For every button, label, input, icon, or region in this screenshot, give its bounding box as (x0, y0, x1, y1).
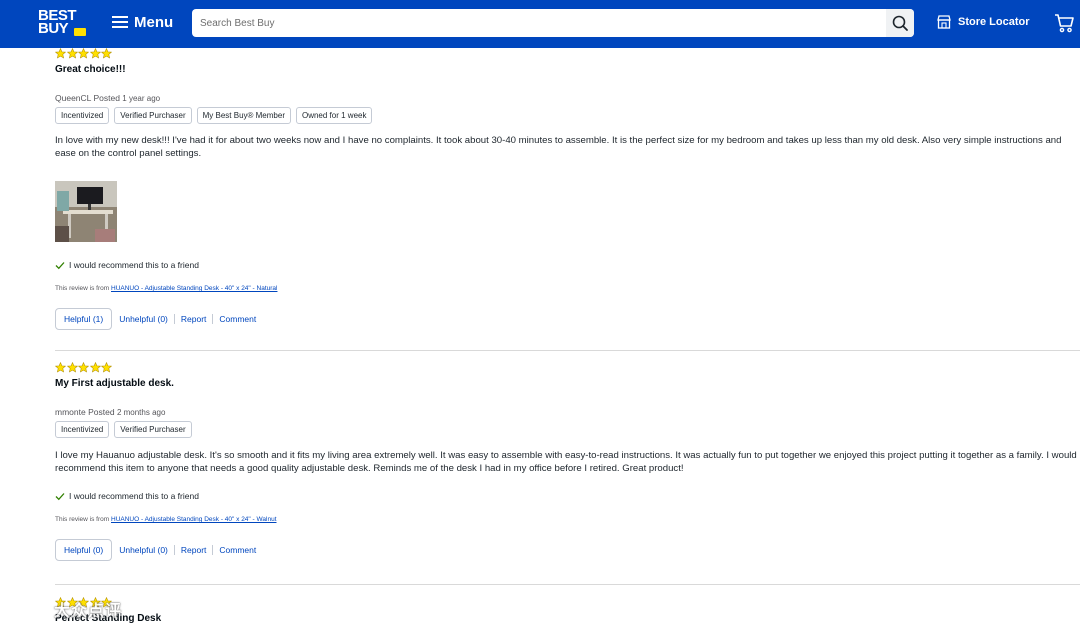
star-icon (89, 48, 101, 59)
unhelpful-button[interactable]: Unhelpful (0) (112, 314, 174, 324)
star-icon (55, 48, 66, 59)
star-rating (55, 362, 1080, 374)
check-icon (55, 261, 65, 269)
review-author: QueenCL (55, 93, 92, 103)
source-prefix: This review is from (55, 285, 110, 292)
source-product-link[interactable]: HUANUO - Adjustable Standing Desk - 40" … (111, 285, 277, 292)
review-meta: mmonte Posted 2 months ago (55, 407, 1080, 417)
posted-label: Posted (93, 93, 120, 103)
posted-time: 1 year ago (122, 94, 161, 103)
helpful-button[interactable]: Helpful (1) (55, 308, 113, 330)
watermark: 大众点评 (8, 597, 122, 621)
star-rating (55, 597, 1080, 609)
review-title: Perfect Standing Desk (55, 613, 162, 624)
badge-verified-purchaser: Verified Purchaser (114, 107, 192, 124)
star-icon (78, 48, 89, 59)
hamburger-icon (112, 15, 128, 29)
menu-button[interactable]: Menu (112, 11, 173, 33)
search-button[interactable] (886, 9, 914, 37)
review-author: mmonte (55, 407, 86, 417)
check-icon (55, 492, 65, 500)
posted-label: Posted (88, 407, 115, 417)
store-icon (937, 15, 951, 29)
cart-icon (1055, 14, 1074, 33)
logo-text: BEST BUY (38, 7, 77, 37)
helpful-button[interactable]: Helpful (0) (55, 539, 113, 561)
watermark-text: 大众点评 (54, 603, 123, 620)
badge-verified-purchaser: Verified Purchaser (114, 421, 192, 438)
badge-incentivized: Incentivized (55, 421, 110, 438)
review-photo-thumbnail[interactable] (55, 181, 117, 242)
recommend-row: I would recommend this to a friend (55, 491, 1080, 501)
star-icon (101, 362, 112, 373)
review-card: Perfect Standing Desk (55, 597, 1080, 624)
review-badges: Incentivized Verified Purchaser (55, 421, 1080, 438)
star-icon (55, 362, 66, 373)
search-icon (892, 15, 908, 31)
source-prefix: This review is from (55, 516, 110, 523)
star-icon (66, 48, 78, 59)
search-input[interactable] (192, 9, 882, 37)
review-divider (55, 584, 1080, 585)
source-product-link[interactable]: HUANUO - Adjustable Standing Desk - 40" … (111, 516, 277, 523)
review-body: In love with my new desk!!! I've had it … (55, 135, 1062, 159)
star-icon (89, 362, 101, 373)
star-icon (78, 362, 89, 373)
review-title: My First adjustable desk. (55, 378, 174, 389)
review-actions: Helpful (1) Unhelpful (0) Report Comment (55, 308, 1080, 330)
unhelpful-button[interactable]: Unhelpful (0) (112, 545, 174, 555)
recommend-text: I would recommend this to a friend (69, 491, 199, 501)
posted-time: 2 months ago (116, 408, 166, 417)
menu-label: Menu (134, 13, 174, 31)
review-title: Great choice!!! (55, 64, 126, 75)
badge-incentivized: Incentivized (55, 107, 110, 124)
comment-link[interactable]: Comment (212, 314, 262, 324)
watermark-logo-icon (9, 603, 50, 615)
store-locator-label: Store Locator (958, 16, 1030, 28)
badge-member: My Best Buy® Member (196, 107, 291, 124)
review-card: My First adjustable desk. mmonte Posted … (55, 362, 1080, 561)
report-link[interactable]: Report (173, 545, 213, 555)
top-header: BESTBUY Menu Store Locator (0, 0, 1080, 48)
review-source: This review is from HUANUO - Adjustable … (55, 285, 1080, 292)
comment-link[interactable]: Comment (212, 545, 262, 555)
desk-photo (55, 181, 117, 242)
recommend-row: I would recommend this to a friend (55, 260, 1080, 270)
review-badges: Incentivized Verified Purchaser My Best … (55, 107, 1080, 124)
review-meta: QueenCL Posted 1 year ago (55, 93, 1080, 103)
star-icon (101, 48, 112, 59)
review-divider (55, 350, 1080, 351)
search-bar (192, 9, 914, 37)
review-actions: Helpful (0) Unhelpful (0) Report Comment (55, 539, 1080, 561)
badge-owned-duration: Owned for 1 week (295, 107, 373, 124)
best-buy-logo[interactable]: BEST BUY (34, 8, 88, 40)
star-icon (66, 362, 78, 373)
logo-tag (74, 28, 86, 36)
recommend-text: I would recommend this to a friend (69, 260, 199, 270)
cart-button[interactable] (1054, 13, 1076, 38)
review-card: Great choice!!! QueenCL Posted 1 year ag… (55, 48, 1080, 330)
store-locator-link[interactable]: Store Locator (936, 14, 1030, 30)
review-source: This review is from HUANUO - Adjustable … (55, 516, 1080, 523)
report-link[interactable]: Report (173, 314, 213, 324)
review-body: I love my Hauanuo adjustable desk. It's … (55, 450, 1077, 474)
star-rating (55, 48, 1080, 60)
